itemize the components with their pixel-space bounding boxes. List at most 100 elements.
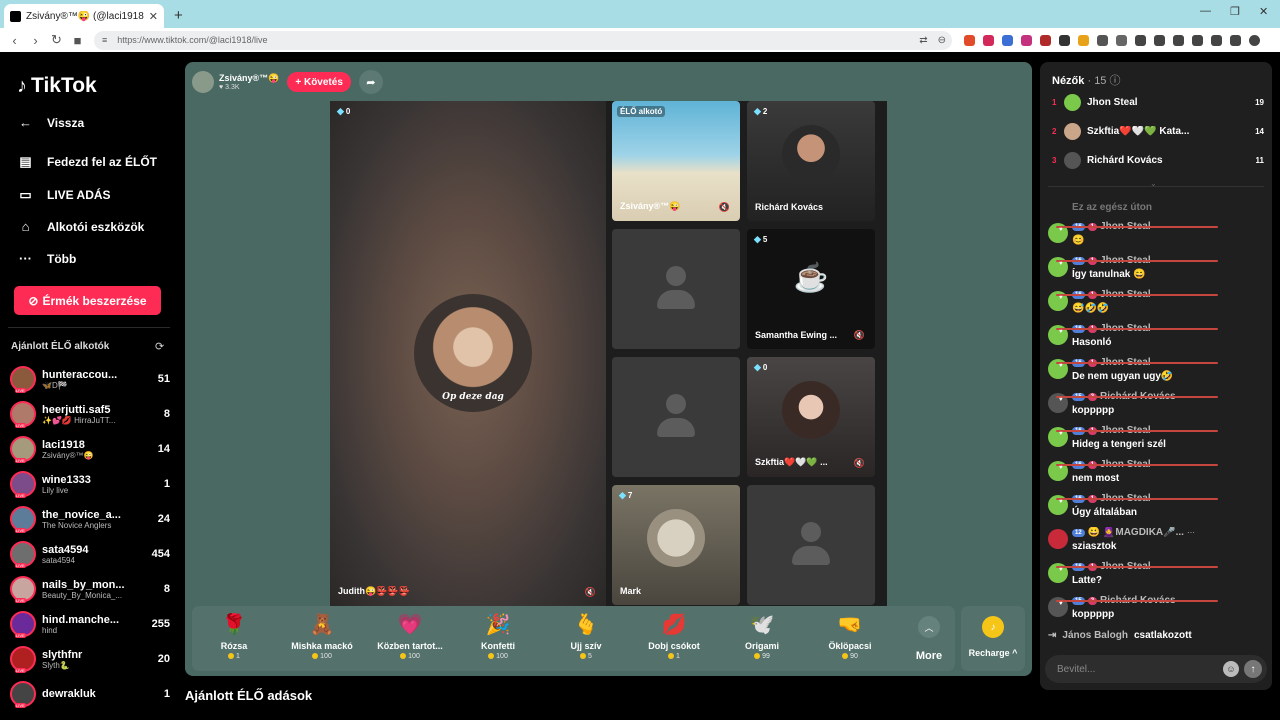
coin-icon (228, 653, 235, 660)
brave-shield-icon[interactable] (964, 34, 975, 46)
new-tab-icon[interactable]: + (174, 7, 183, 24)
recommended-creator-item[interactable]: LIVE nails_by_mon... Beauty_By_Monica_..… (10, 573, 170, 605)
follow-button[interactable]: + Követés (287, 72, 351, 92)
extension-colorful-icon[interactable] (1078, 34, 1089, 46)
emoji-icon[interactable]: ☺ (1223, 661, 1239, 677)
menu-live-broadcast[interactable]: ▭ LIVE ADÁS (17, 187, 110, 203)
creator-viewer-count: 454 (151, 548, 170, 560)
tiktok-logo[interactable]: ♪ TikTok (17, 74, 97, 98)
extension-blue-icon[interactable] (1002, 34, 1013, 46)
wallet-icon[interactable] (1173, 34, 1184, 46)
gift-item[interactable]: 🫰 Ujj szív 5 (542, 612, 630, 660)
translate-icon[interactable]: ⇄ (919, 35, 927, 46)
bookmark-icon[interactable]: ■ (67, 33, 88, 48)
recommended-creator-item[interactable]: LIVE slythfnr Slyth🐍 20 (10, 643, 170, 675)
host-name[interactable]: Zsivány®™😜 (219, 73, 279, 84)
gift-item[interactable]: 🌹 Rózsa 1 (190, 612, 278, 660)
gift-name: Konfetti (481, 641, 515, 651)
recommended-creator-item[interactable]: LIVE laci1918 Zsivány®™😜 14 (10, 433, 170, 465)
guest-tile-mark[interactable]: ◆ 7 Mark (612, 485, 740, 605)
vpn-icon[interactable] (1230, 34, 1241, 46)
gift-item[interactable]: 🕊️ Origami 99 (718, 612, 806, 660)
gift-price: 1 (190, 653, 278, 660)
sidebar-icon[interactable] (1154, 34, 1165, 46)
viewers-count: · 15 (1087, 75, 1107, 87)
join-notification: ⇥ János Balogh csatlakozott (1048, 630, 1192, 641)
chat-text: Hideg a tengeri szél (1072, 439, 1166, 450)
guest-tile-host[interactable]: ÉLŐ alkotó Zsivány®™😜 🔇 (612, 101, 740, 221)
empty-seat-tile[interactable] (612, 357, 740, 477)
gift-item[interactable]: 💋 Dobj csókot 1 (630, 612, 718, 660)
host-avatar[interactable] (192, 71, 214, 93)
recommended-creator-item[interactable]: LIVE dewrakluk 1 (10, 678, 170, 710)
extension-box-icon[interactable] (1116, 34, 1127, 46)
share-icon[interactable] (1192, 34, 1203, 46)
recommended-creator-item[interactable]: LIVE the_novice_a... The Novice Anglers … (10, 503, 170, 535)
top-viewer-row[interactable]: 2 Szkftia❤️🤍💚 Kata... 14 (1052, 120, 1264, 142)
site-info-icon[interactable]: ≡ (102, 35, 107, 45)
reload-icon[interactable]: ↻ (46, 32, 67, 48)
menu-icon[interactable] (1249, 34, 1260, 46)
send-arrow-icon[interactable]: ↑ (1244, 660, 1262, 678)
guest-tile-samantha[interactable]: ◆ 5 ☕ Samantha Ewing ... 🔇 (747, 229, 875, 349)
empty-seat-tile[interactable] (612, 229, 740, 349)
guest-tile-szkftia[interactable]: ◆ 0 Szkftia❤️🤍💚 ... 🔇 (747, 357, 875, 477)
joined-user[interactable]: János Balogh (1062, 630, 1128, 641)
menu-creator-tools[interactable]: ⌂ Alkotói eszközök (17, 219, 145, 234)
extension-circle-icon[interactable] (1059, 34, 1070, 46)
menu-explore-live[interactable]: ▤ Fedezd fel az ÉLŐT (17, 154, 157, 170)
back-arrow-icon[interactable]: ‹ (4, 33, 25, 48)
gift-item[interactable]: 🤜 Öklöpacsi 90 (806, 612, 894, 660)
recharge-button[interactable]: ♪ Recharge ^ (961, 606, 1025, 671)
tiktok-coin-icon: ♪ (982, 616, 1004, 638)
creator-name: nails_by_mon... (42, 578, 125, 591)
chat-avatar[interactable] (1048, 529, 1068, 549)
top-viewer-row[interactable]: 1 Jhon Steal 19 (1052, 91, 1264, 113)
close-window-icon[interactable]: ✕ (1259, 5, 1268, 18)
refresh-icon[interactable]: ⟳ (155, 340, 164, 353)
diamond-icon: ◆ (754, 106, 761, 116)
extension-triangle-icon[interactable] (983, 34, 994, 46)
browser-tab[interactable]: Zsivány®™😜 (@laci1918) ÉL... ✕ (4, 4, 164, 28)
info-icon[interactable]: ⓘ (1110, 75, 1121, 87)
chat-text: Hasonló (1072, 337, 1112, 348)
recommended-creator-item[interactable]: LIVE wine1333 Lily live 1 (10, 468, 170, 500)
address-bar-row: ‹ › ↻ ■ ≡ https://www.tiktok.com/@laci19… (0, 28, 1280, 52)
zoom-icon[interactable]: ⊖ (938, 35, 946, 46)
recommended-creator-item[interactable]: LIVE sata4594 sata4594 454 (10, 538, 170, 570)
creator-avatar: LIVE (10, 576, 36, 603)
minimize-icon[interactable]: — (1200, 5, 1211, 17)
back-button[interactable]: ← Vissza (17, 115, 84, 130)
top-viewer-row[interactable]: 3 Richárd Kovács 11 (1052, 149, 1264, 171)
guest-tile-richard[interactable]: ◆ 2 Richárd Kovács (747, 101, 875, 221)
recommended-creator-item[interactable]: LIVE heerjutti.saf5 ✨💕💋 HirraJuTT... 8 (10, 398, 170, 430)
share-arrow-icon[interactable]: ➦ (358, 70, 383, 94)
music-icon[interactable] (1135, 34, 1146, 46)
gift-item[interactable]: 💗 Közben tartot... 100 (366, 612, 454, 660)
ellipsis-icon[interactable]: ⋯ (1187, 528, 1195, 537)
forward-arrow-icon[interactable]: › (25, 33, 46, 48)
url-field[interactable]: ≡ https://www.tiktok.com/@laci1918/live … (94, 30, 952, 50)
menu-more[interactable]: ··· Több (17, 251, 76, 266)
gift-item[interactable]: 🎉 Konfetti 100 (454, 612, 542, 660)
chevron-down-icon[interactable]: ⌄ (1150, 179, 1157, 188)
viewer-avatar (1064, 93, 1081, 111)
gift-item[interactable]: 🧸 Mishka mackó 100 (278, 612, 366, 660)
creator-viewer-count: 14 (157, 443, 170, 455)
guest-tile-main[interactable]: ◆ 0 Op deze dag Judith😜👺👺👺 🔇 (330, 101, 606, 606)
extension-k-icon[interactable] (1021, 34, 1032, 46)
empty-seat-tile[interactable] (747, 485, 875, 605)
extension-hls-icon[interactable] (1040, 34, 1051, 46)
extension-puzzle-icon[interactable] (1097, 34, 1108, 46)
recommended-creator-item[interactable]: LIVE hunteraccou... 🦋D🏁 51 (10, 363, 170, 395)
more-gifts-button[interactable]: ︿ More (905, 616, 953, 662)
creator-avatar: LIVE (10, 646, 36, 673)
close-tab-icon[interactable]: ✕ (149, 10, 158, 23)
get-coins-button[interactable]: ⊘ Érmék beszerzése (14, 286, 161, 315)
restore-icon[interactable]: ❐ (1230, 5, 1240, 18)
creator-avatar: LIVE (10, 401, 36, 428)
chat-username[interactable]: 😀 🧕MAGDIKA🎤... (1088, 527, 1184, 538)
recommended-creator-item[interactable]: LIVE hind.manche... hind 255 (10, 608, 170, 640)
comment-input[interactable]: Bevitel... ☺ ↑ (1045, 655, 1267, 683)
leo-ai-icon[interactable] (1211, 34, 1222, 46)
